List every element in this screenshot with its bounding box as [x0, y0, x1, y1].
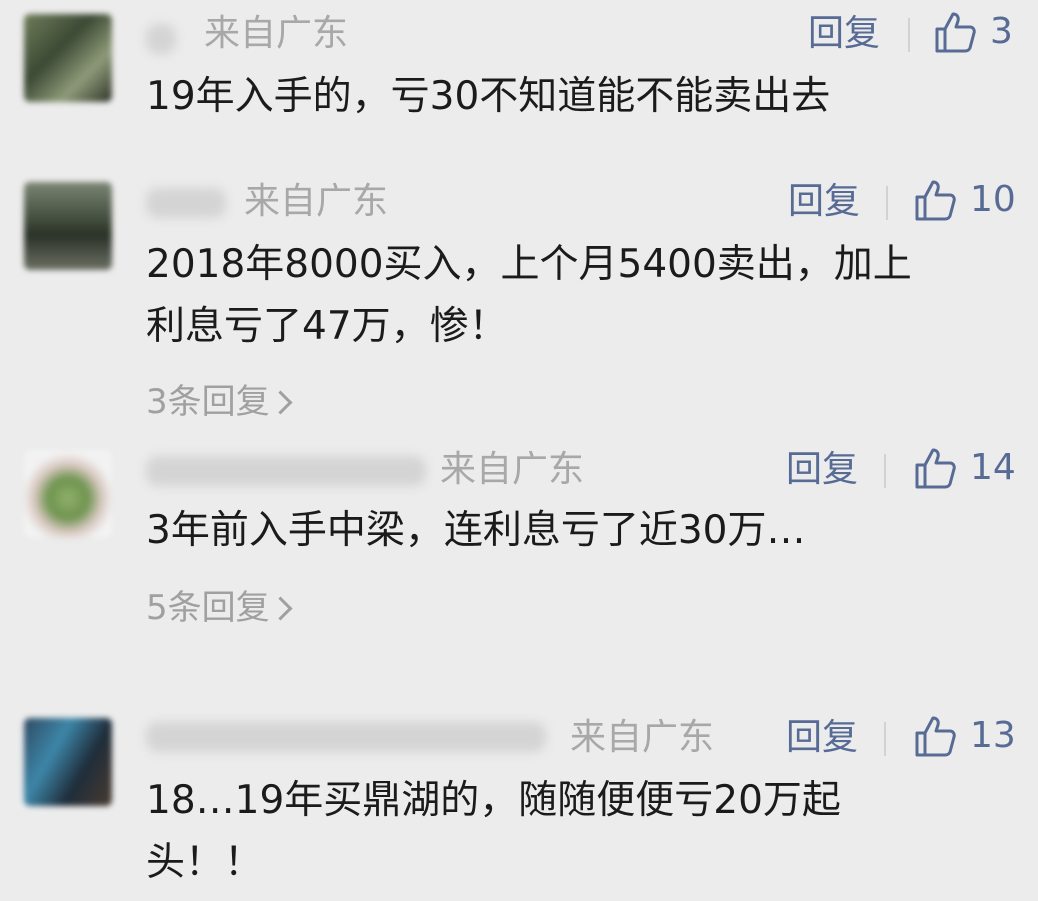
reply-button[interactable]: 回复	[788, 182, 860, 222]
location-label: 来自广东	[204, 13, 349, 54]
like-count: 14	[970, 447, 1016, 488]
replies-count-label: 5条回复	[146, 588, 270, 628]
reply-button[interactable]: 回复	[786, 718, 858, 758]
view-replies-link[interactable]: 3条回复	[146, 382, 293, 422]
thumbs-up-icon	[914, 446, 956, 490]
like-button[interactable]: 14	[914, 446, 1016, 490]
username-blurred	[146, 722, 546, 752]
divider	[884, 722, 886, 756]
replies-count-label: 3条回复	[146, 382, 270, 422]
like-count: 3	[990, 11, 1013, 52]
like-button[interactable]: 10	[914, 178, 1016, 222]
chevron-right-icon	[268, 389, 293, 415]
view-replies-link[interactable]: 5条回复	[146, 588, 293, 628]
thumbs-up-icon	[934, 10, 976, 54]
comment-text: 3年前入手中梁，连利息亏了近30万…	[146, 508, 806, 553]
location-label: 来自广东	[440, 449, 585, 490]
divider	[908, 18, 910, 52]
comment-text: 2018年8000买入，上个月5400卖出，加上 利息亏了47万，惨！	[146, 242, 912, 349]
avatar[interactable]	[24, 182, 112, 270]
reply-button[interactable]: 回复	[786, 450, 858, 490]
divider	[884, 454, 886, 488]
username-blurred	[146, 24, 176, 54]
like-count: 10	[970, 179, 1016, 220]
like-count: 13	[970, 715, 1016, 756]
thumbs-up-icon	[914, 178, 956, 222]
comment-text: 19年入手的，亏30不知道能不能卖出去	[146, 74, 831, 119]
reply-button[interactable]: 回复	[808, 14, 880, 54]
like-button[interactable]: 13	[914, 714, 1016, 758]
avatar[interactable]	[24, 14, 112, 102]
like-button[interactable]: 3	[934, 10, 1013, 54]
avatar[interactable]	[24, 450, 112, 538]
chevron-right-icon	[268, 595, 293, 621]
comment-text: 18…19年买鼎湖的，随随便便亏20万起 头！！	[146, 778, 841, 885]
divider	[886, 186, 888, 220]
location-label: 来自广东	[570, 717, 715, 758]
location-label: 来自广东	[244, 181, 389, 222]
avatar[interactable]	[24, 718, 112, 806]
thumbs-up-icon	[914, 714, 956, 758]
username-blurred	[146, 456, 426, 486]
username-blurred	[146, 188, 226, 218]
